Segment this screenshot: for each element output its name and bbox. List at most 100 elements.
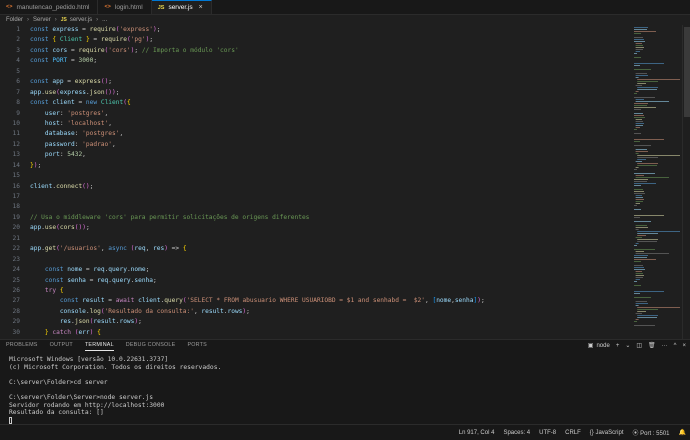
chevron-down-icon[interactable]: ⌄ — [625, 342, 630, 349]
code-line[interactable]: 21 — [0, 234, 632, 244]
code-line[interactable]: 5 — [0, 67, 632, 77]
code-line[interactable]: 16 client.connect(); — [0, 182, 632, 192]
minimap-line — [634, 133, 641, 134]
trash-icon[interactable]: 🗑 — [648, 342, 656, 349]
minimap-line — [635, 237, 642, 238]
cursor-position[interactable]: Ln 917, Col 4 — [459, 430, 495, 436]
bell-icon[interactable]: 🔔 — [679, 429, 686, 436]
code-line[interactable]: 28 console.log('Resultado da consulta:',… — [0, 307, 632, 317]
code-line[interactable]: 3 const cors = require('cors'); // Import… — [0, 46, 632, 56]
code-line[interactable]: 11 database: 'postgres', — [0, 129, 632, 139]
code-text: const app = express(); — [30, 78, 113, 86]
minimap-line — [635, 175, 644, 176]
add-terminal-icon[interactable]: + — [616, 343, 620, 349]
more-actions-icon[interactable]: ··· — [662, 343, 668, 349]
line-number: 28 — [12, 307, 20, 315]
minimap-line — [634, 107, 656, 108]
code-line[interactable]: 1 const express = require('express'); — [0, 25, 632, 35]
terminal-output[interactable]: Microsoft Windows [versão 10.0.22631.373… — [0, 351, 690, 424]
indentation[interactable]: Spaces: 4 — [503, 430, 530, 436]
code-text: app.get('/usuarios', async (req, res) =>… — [30, 245, 187, 253]
code-line[interactable]: 30 } catch (err) { — [0, 328, 632, 338]
code-line[interactable]: 17 — [0, 192, 632, 202]
code-editor[interactable]: 1 const express = require('express'); 2 con… — [0, 25, 632, 339]
line-number: 16 — [12, 182, 20, 190]
line-number: 6 — [16, 78, 20, 86]
minimap-line — [637, 163, 658, 164]
code-line[interactable]: 19 // Usa o middleware 'cors' para permit… — [0, 213, 632, 223]
code-line[interactable]: 12 password: 'padrao', — [0, 140, 632, 150]
live-server-port[interactable]: ⦿ Port : 5501 — [632, 428, 669, 437]
scrollbar-thumb[interactable] — [684, 27, 690, 117]
minimap-line — [634, 191, 644, 192]
code-line[interactable]: 29 res.json(result.rows); — [0, 317, 632, 327]
tab-terminal[interactable]: TERMINAL — [84, 340, 114, 351]
minimap-line — [634, 105, 647, 106]
tab-debug-console[interactable]: DEBUG CONSOLE — [126, 340, 176, 351]
maximize-panel-icon[interactable]: ^ — [674, 343, 677, 349]
minimap-line — [634, 325, 655, 326]
minimap-line — [635, 119, 642, 120]
minimap-line — [635, 161, 642, 162]
tab-server-js[interactable]: JS server.js × — [151, 0, 212, 14]
code-line[interactable]: 14}); — [0, 161, 632, 171]
code-line[interactable]: 15 — [0, 171, 632, 181]
code-line[interactable]: 2 const { Client } = require('pg'); — [0, 35, 632, 45]
encoding[interactable]: UTF-8 — [539, 430, 556, 436]
tab-ports[interactable]: PORTS — [187, 340, 206, 351]
tab-login[interactable]: <> login.html — [98, 0, 152, 14]
minimap-line — [634, 245, 637, 246]
minimap-line — [637, 241, 657, 242]
code-line[interactable]: 25 const senha = req.query.senha; — [0, 276, 632, 286]
minimap[interactable] — [632, 25, 682, 339]
code-line[interactable]: 4 const PORT = 3000; — [0, 56, 632, 66]
minimap-line — [634, 169, 637, 170]
minimap-line — [634, 285, 641, 286]
line-number: 21 — [12, 234, 20, 242]
breadcrumb-item-folder[interactable]: Folder — [6, 17, 23, 23]
minimap-line — [634, 37, 643, 38]
minimap-line — [634, 141, 640, 142]
breadcrumb: Folder › Server › JS server.js › ... — [0, 14, 690, 25]
js-file-icon: JS — [157, 4, 165, 11]
code-line[interactable]: 9 user: 'postgres', — [0, 109, 632, 119]
code-line[interactable]: 26 try { — [0, 286, 632, 296]
code-line[interactable]: 13 port: 5432, — [0, 150, 632, 160]
minimap-line — [635, 199, 644, 200]
code-line[interactable]: 20 app.use(cors()); — [0, 223, 632, 233]
minimap-line — [635, 277, 643, 278]
terminal-shell-label[interactable]: node — [596, 343, 609, 349]
breadcrumb-item-server[interactable]: Server — [33, 17, 51, 23]
close-panel-icon[interactable]: × — [682, 343, 686, 349]
code-text: const senha = req.query.senha; — [44, 276, 157, 284]
code-line[interactable]: 10 host: 'localhost', — [0, 119, 632, 129]
code-line[interactable]: 24 const nome = req.query.nome; — [0, 265, 632, 275]
minimap-line — [634, 297, 651, 298]
code-line[interactable]: 27 const result = await client.query('SE… — [0, 296, 632, 306]
minimap-line — [637, 233, 658, 234]
language-mode[interactable]: {} JavaScript — [590, 430, 624, 436]
line-number: 26 — [12, 286, 20, 294]
code-line[interactable]: 23 — [0, 255, 632, 265]
breadcrumb-item-more[interactable]: ... — [102, 17, 107, 23]
code-line[interactable]: 6 const app = express(); — [0, 77, 632, 87]
split-terminal-icon[interactable]: ◫ — [636, 342, 642, 349]
code-text: res.json(result.rows); — [59, 318, 142, 326]
minimap-line — [634, 185, 641, 186]
terminal-shell-icon: ▣ — [587, 343, 594, 349]
line-ending[interactable]: CRLF — [565, 430, 581, 436]
tab-manutencao-pedido[interactable]: <> manutencao_pedido.html — [0, 0, 99, 14]
breadcrumb-item-file[interactable]: server.js — [70, 17, 92, 23]
code-line[interactable]: 7 app.use(express.json()); — [0, 88, 632, 98]
close-icon[interactable]: × — [199, 4, 203, 11]
minimap-line — [634, 113, 643, 114]
minimap-line — [634, 41, 645, 42]
minimap-line — [635, 301, 647, 302]
code-line[interactable]: 18 — [0, 202, 632, 212]
tab-problems[interactable]: PROBLEMS — [6, 340, 38, 351]
code-line[interactable]: 8 const client = new Client({ — [0, 98, 632, 108]
tab-output[interactable]: OUTPUT — [50, 340, 73, 351]
editor-scrollbar[interactable] — [682, 25, 690, 339]
code-line[interactable]: 22 app.get('/usuarios', async (req, res) … — [0, 244, 632, 254]
